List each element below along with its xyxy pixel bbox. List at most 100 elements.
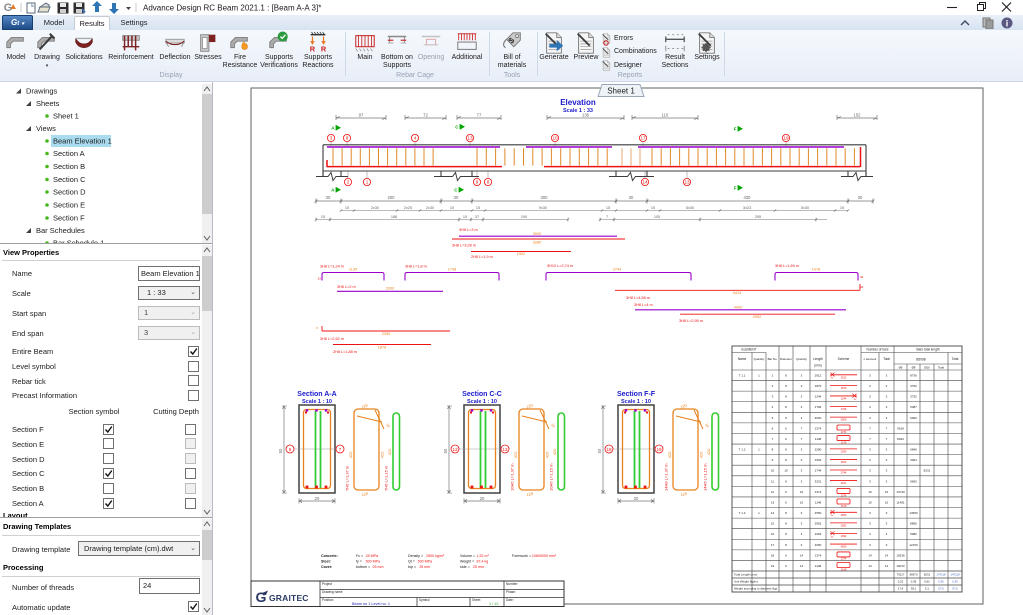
svg-text:Weight =: Weight = <box>460 560 474 564</box>
svg-text:420: 420 <box>348 451 353 458</box>
svg-text:8: 8 <box>346 136 349 141</box>
svg-text:G: G <box>256 589 267 605</box>
svg-text:32: 32 <box>318 277 322 281</box>
svg-text:9x30: 9x30 <box>539 206 547 210</box>
svg-text:30: 30 <box>858 195 863 200</box>
svg-text:fy =: fy = <box>356 560 362 564</box>
svg-text:14: 14 <box>868 564 872 568</box>
svg-text:Sheet 1: Sheet 1 <box>607 87 635 96</box>
svg-text:9693: 9693 <box>910 479 917 483</box>
svg-text:Cover:: Cover: <box>321 565 332 569</box>
svg-text:Name: Name <box>738 357 747 361</box>
svg-text:2952: 2952 <box>815 522 822 526</box>
svg-text:25 mm: 25 mm <box>419 565 430 569</box>
svg-text:10: 10 <box>800 500 804 504</box>
svg-text:190: 190 <box>521 215 527 219</box>
svg-text:9618: 9618 <box>897 426 904 430</box>
svg-text:2x30: 2x30 <box>426 206 434 210</box>
svg-text:10: 10 <box>771 469 775 473</box>
svg-text:Section F: Section F <box>53 214 85 223</box>
svg-text:38,1: 38,1 <box>911 587 917 591</box>
svg-text:Section A-A: Section A-A <box>297 391 336 398</box>
svg-text:17: 17 <box>771 543 775 547</box>
svg-text:9: 9 <box>476 180 479 185</box>
svg-text:57,6: 57,6 <box>952 587 958 591</box>
svg-text:17: 17 <box>640 136 646 141</box>
svg-text:2912: 2912 <box>841 375 847 379</box>
svg-text:3280: 3280 <box>533 241 541 245</box>
svg-text:70217: 70217 <box>897 573 905 577</box>
svg-text:15: 15 <box>476 206 480 210</box>
svg-text:Volume =: Volume = <box>460 554 475 558</box>
svg-text:50: 50 <box>597 448 602 453</box>
svg-text:25 mm: 25 mm <box>473 565 484 569</box>
svg-text:5x30: 5x30 <box>686 206 694 210</box>
svg-text:2500 kg/m³: 2500 kg/m³ <box>426 554 445 558</box>
svg-text:2744: 2744 <box>815 469 822 473</box>
svg-text:Phase:: Phase: <box>506 590 516 594</box>
svg-text:Ø8: Ø8 <box>912 366 916 370</box>
svg-text:3732: 3732 <box>910 395 917 399</box>
svg-text:25 MPa: 25 MPa <box>366 554 378 558</box>
svg-text:Section C-C: Section C-C <box>462 391 502 398</box>
svg-text:25 mm: 25 mm <box>372 565 383 569</box>
svg-text:14: 14 <box>868 553 872 557</box>
svg-text:20: 20 <box>480 496 485 501</box>
svg-text:2000: 2000 <box>815 416 822 420</box>
svg-text:1148: 1148 <box>815 564 822 568</box>
svg-text:4550: 4550 <box>841 513 847 517</box>
svg-text:Ø10: Ø10 <box>924 366 930 370</box>
svg-text:147118: 147118 <box>936 573 946 577</box>
svg-text:50: 50 <box>278 448 283 453</box>
svg-text:4414: 4414 <box>733 291 741 295</box>
svg-text:15: 15 <box>463 215 467 219</box>
svg-text:10: 10 <box>885 500 889 504</box>
svg-text:13: 13 <box>684 180 690 185</box>
svg-text:6840: 6840 <box>910 448 917 452</box>
svg-text:14: 14 <box>800 564 804 568</box>
svg-text:1876: 1876 <box>841 386 847 390</box>
svg-text:Beam Elevation 1: Beam Elevation 1 <box>53 137 112 146</box>
svg-text:32: 32 <box>860 275 864 279</box>
svg-text:1374: 1374 <box>815 553 822 557</box>
svg-text:15: 15 <box>606 206 610 210</box>
svg-text:Quantity: Quantity <box>754 357 765 361</box>
svg-text:Steel:: Steel: <box>321 560 331 564</box>
svg-text:Views: Views <box>36 124 56 133</box>
svg-text:105: 105 <box>654 215 660 219</box>
svg-text:152: 152 <box>854 113 862 118</box>
svg-text:3H8 L=1,24 m: 3H8 L=1,24 m <box>320 265 344 269</box>
svg-text:4: 4 <box>414 136 417 141</box>
svg-text:16072: 16072 <box>896 564 905 568</box>
svg-text:Total Length (mm): Total Length (mm) <box>734 573 757 577</box>
svg-text:(mm): (mm) <box>814 364 821 368</box>
svg-text:1374: 1374 <box>815 426 822 430</box>
svg-text:T 1.3: T 1.3 <box>739 511 746 515</box>
svg-text:1: 1 <box>366 180 369 185</box>
svg-text:1374: 1374 <box>841 493 847 497</box>
svg-text:0,39: 0,39 <box>911 580 917 584</box>
svg-text:19: 19 <box>771 564 775 568</box>
svg-text:30: 30 <box>454 195 459 200</box>
svg-text:2744: 2744 <box>841 471 847 475</box>
svg-text:Drawing name: Drawing name <box>322 590 343 594</box>
svg-text:295: 295 <box>755 215 761 219</box>
svg-text:R: R <box>321 44 327 53</box>
svg-text:Fc =: Fc = <box>356 554 363 558</box>
svg-text:2H8 L=1,9 m: 2H8 L=1,9 m <box>471 255 493 259</box>
svg-text:0,22: 0,22 <box>898 580 904 584</box>
svg-text:1796: 1796 <box>815 405 822 409</box>
svg-text:GRAITEC: GRAITEC <box>269 593 309 603</box>
svg-text:15: 15 <box>345 206 349 210</box>
svg-text:19236: 19236 <box>896 553 905 557</box>
svg-text:77: 77 <box>477 113 482 118</box>
svg-text:136: 136 <box>582 113 590 118</box>
svg-text:8856: 8856 <box>910 522 917 526</box>
svg-text:R: R <box>310 44 316 53</box>
svg-text:Bar No.: Bar No. <box>768 357 778 361</box>
svg-text:14: 14 <box>885 564 889 568</box>
svg-text:1148: 1148 <box>815 437 822 441</box>
svg-text:Section C: Section C <box>53 175 86 184</box>
svg-text:3H8 L=4 m: 3H8 L=4 m <box>634 303 653 307</box>
svg-text:420: 420 <box>545 451 550 458</box>
